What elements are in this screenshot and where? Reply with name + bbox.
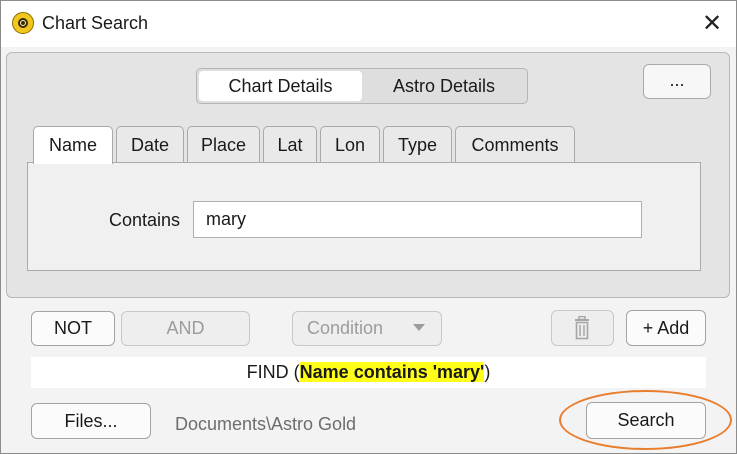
trash-icon [575,316,589,340]
folder-path: Documents\Astro Gold [175,414,357,434]
tab-comments[interactable]: Comments [455,126,575,163]
more-options-button[interactable]: ... [643,64,711,99]
not-button[interactable]: NOT [31,311,115,346]
segment-astro-details[interactable]: Astro Details [363,71,525,101]
contains-label: Contains [109,210,181,230]
tab-lon[interactable]: Lon [320,126,380,163]
files-button[interactable]: Files... [31,403,151,439]
find-prefix: FIND ( [246,362,300,382]
tab-name[interactable]: Name [33,126,113,164]
tab-place[interactable]: Place [187,126,260,163]
tab-type[interactable]: Type [383,126,452,163]
find-suffix: ) [484,362,491,382]
find-highlight: Name contains 'mary' [299,362,485,382]
search-button[interactable]: Search [586,402,706,439]
and-button[interactable]: AND [121,311,250,346]
tab-date[interactable]: Date [116,126,184,163]
segment-chart-details[interactable]: Chart Details [199,71,362,101]
condition-label: Condition [307,318,384,338]
find-expression: FIND (Name contains 'mary') [31,357,706,388]
app-logo-dot [21,21,25,25]
details-segmented-control: Chart Details Astro Details [196,68,528,104]
tab-lat[interactable]: Lat [263,126,317,163]
contains-input[interactable]: mary [193,201,642,238]
window-title: Chart Search [42,13,149,33]
chevron-down-icon [413,324,425,331]
add-button[interactable]: + Add [626,310,706,346]
app-logo-icon [12,12,34,34]
close-icon[interactable]: ✕ [698,10,726,38]
title-bar: Chart Search ✕ [1,1,736,47]
